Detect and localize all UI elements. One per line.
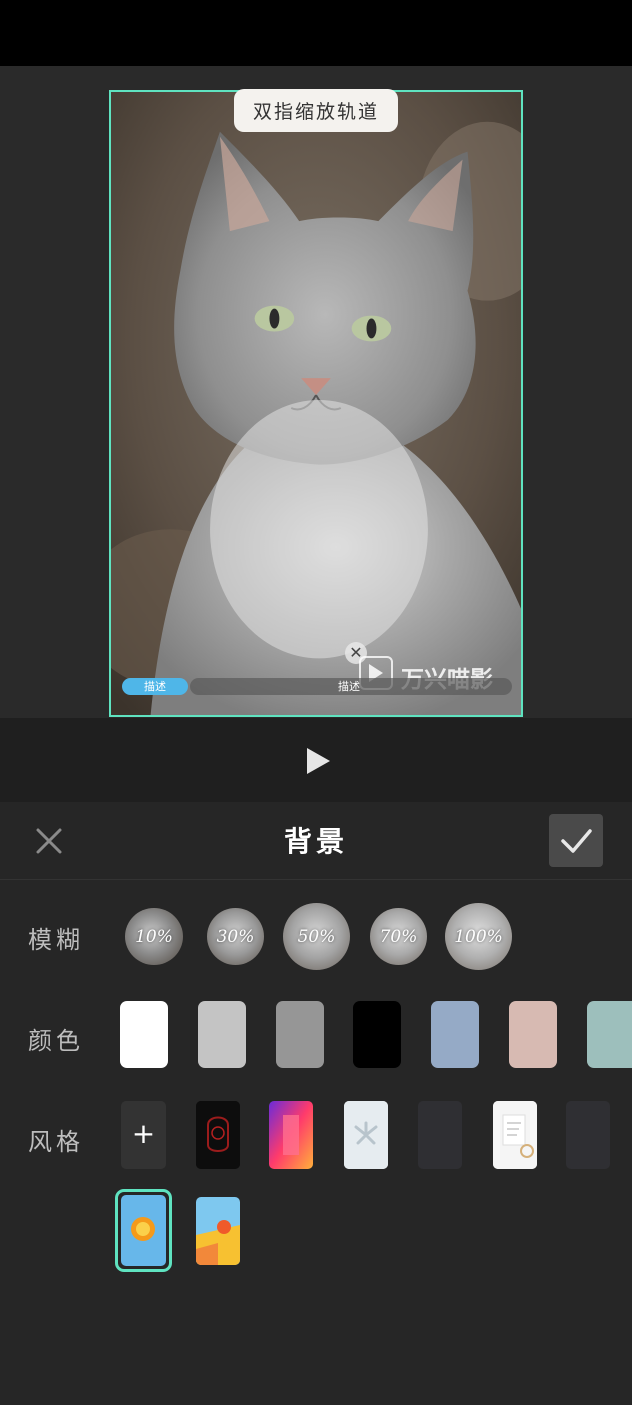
color-swatch[interactable] — [276, 1001, 324, 1068]
blur-option-10[interactable]: 10% — [125, 908, 183, 965]
blur-label: 模糊 — [28, 926, 84, 954]
track-label: 描述 — [338, 680, 360, 693]
color-swatch[interactable] — [587, 1001, 632, 1068]
style-option-orange-blue[interactable] — [121, 1195, 166, 1266]
blur-option-30[interactable]: 30% — [207, 908, 264, 965]
panel-title: 背景 — [283, 825, 348, 858]
confirm-button[interactable] — [549, 814, 603, 867]
color-swatch[interactable] — [353, 1001, 401, 1068]
style-option-red-neon[interactable] — [196, 1101, 240, 1169]
caption-track[interactable]: 描述 描述 — [120, 678, 512, 695]
check-icon — [561, 829, 592, 853]
close-icon[interactable] — [32, 824, 66, 858]
style-option-dark-2[interactable] — [566, 1101, 610, 1169]
style-option-lily[interactable] — [344, 1101, 388, 1169]
style-option-dark[interactable] — [418, 1101, 462, 1169]
track-chip[interactable]: 描述 — [122, 678, 188, 695]
blur-option-70[interactable]: 70% — [370, 908, 427, 965]
pinch-zoom-tip: 双指缩放轨道 — [234, 89, 398, 132]
video-preview-frame[interactable] — [109, 90, 523, 717]
status-bar — [0, 0, 632, 66]
add-style-button[interactable]: + — [121, 1101, 166, 1169]
style-option-neon-gradient[interactable] — [269, 1101, 313, 1169]
style-option-orange-yellow[interactable] — [196, 1197, 240, 1265]
color-swatch[interactable] — [509, 1001, 557, 1068]
color-swatch[interactable] — [120, 1001, 168, 1068]
style-option-card[interactable] — [493, 1101, 537, 1169]
color-label: 颜色 — [28, 1027, 84, 1055]
play-icon[interactable] — [304, 746, 332, 776]
cat-photo — [111, 92, 521, 715]
color-swatch[interactable] — [198, 1001, 246, 1068]
blur-option-50[interactable]: 50% — [283, 903, 350, 970]
style-label: 风格 — [28, 1128, 84, 1156]
blur-option-100[interactable]: 100% — [445, 903, 512, 970]
color-swatch[interactable] — [431, 1001, 479, 1068]
